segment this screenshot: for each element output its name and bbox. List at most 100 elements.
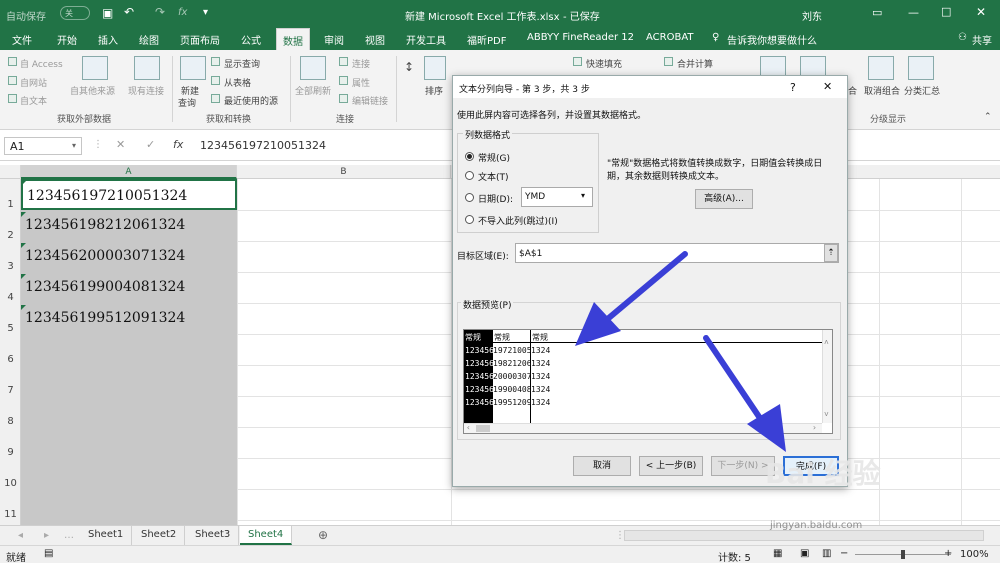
row-header[interactable]: 9 xyxy=(0,447,21,458)
preview-horizontal-scrollbar[interactable] xyxy=(464,423,822,433)
column-header-b[interactable]: B xyxy=(237,165,451,179)
back-button[interactable]: < 上一步(B) xyxy=(639,456,703,476)
row-header[interactable]: 5 xyxy=(0,323,21,334)
collapse-dialog-icon[interactable]: ⇡ xyxy=(824,244,838,262)
row-header[interactable]: 11 xyxy=(0,509,21,520)
insert-function-icon[interactable]: fx xyxy=(173,138,183,151)
page-layout-view-icon[interactable]: ▣ xyxy=(800,548,809,559)
zoom-in-icon[interactable]: + xyxy=(944,548,952,559)
consolidate-button[interactable]: 合并计算 xyxy=(677,57,713,70)
tab-formulas[interactable]: 公式 xyxy=(241,32,261,47)
select-all-corner[interactable] xyxy=(0,165,21,179)
recent-sources-button[interactable]: 最近使用的源 xyxy=(224,94,278,107)
save-icon[interactable]: ▣ xyxy=(102,6,113,20)
cancel-button[interactable]: 取消 xyxy=(573,456,631,476)
undo-icon[interactable]: ↶ xyxy=(124,5,134,19)
chevron-down-icon[interactable]: ▾ xyxy=(581,191,585,200)
more-sheets-icon[interactable]: … xyxy=(64,530,74,541)
preview-header[interactable]: 常规 xyxy=(532,332,548,343)
row-header[interactable]: 7 xyxy=(0,385,21,396)
row-header[interactable]: 4 xyxy=(0,292,21,303)
flash-fill-button[interactable]: 快速填充 xyxy=(586,57,622,70)
from-access-button[interactable]: 自 Access xyxy=(20,57,63,70)
radio-text[interactable] xyxy=(465,171,474,180)
column-a-selection[interactable]: 123456197210051324 123456198212061324 12… xyxy=(21,179,237,525)
option-text[interactable]: 文本(T) xyxy=(478,170,509,183)
zoom-out-icon[interactable]: − xyxy=(840,548,848,559)
row-header[interactable]: 1 xyxy=(0,199,21,210)
show-queries-button[interactable]: 显示查询 xyxy=(224,57,260,70)
cell-a1[interactable]: 123456197210051324 xyxy=(21,179,237,210)
sort-az-icon[interactable]: ↕ xyxy=(404,60,414,74)
share-button[interactable]: 共享 xyxy=(972,32,992,47)
cancel-entry-icon[interactable]: ✕ xyxy=(116,138,125,151)
row-header[interactable]: 2 xyxy=(0,230,21,241)
ribbon-display-icon[interactable]: ▭ xyxy=(872,6,882,19)
name-box-dropdown-icon[interactable]: ▾ xyxy=(72,141,76,150)
option-skip[interactable]: 不导入此列(跳过)(I) xyxy=(478,214,558,227)
tab-file[interactable]: 文件 xyxy=(12,32,32,47)
row-header[interactable]: 3 xyxy=(0,261,21,272)
tab-view[interactable]: 视图 xyxy=(365,32,385,47)
cell-a3[interactable]: 123456200003071324 xyxy=(21,241,237,272)
scroll-right-icon[interactable]: ▸ xyxy=(44,530,49,541)
advanced-button[interactable]: 高级(A)... xyxy=(695,189,753,209)
zoom-level[interactable]: 100% xyxy=(960,549,989,560)
group-button-partial[interactable]: 合 xyxy=(848,84,857,97)
tell-me-icon[interactable]: ♀ xyxy=(712,32,719,43)
data-preview[interactable]: 常规 常规 常规 123456 19721005 1324 123456 198… xyxy=(463,329,833,434)
existing-connections-button[interactable]: 现有连接 xyxy=(128,84,164,97)
tab-home[interactable]: 开始 xyxy=(57,32,77,47)
row-header[interactable]: 6 xyxy=(0,354,21,365)
preview-header[interactable]: 常规 xyxy=(494,332,510,343)
zoom-slider-thumb[interactable] xyxy=(901,550,905,559)
row-header[interactable]: 10 xyxy=(0,478,21,489)
dialog-close-icon[interactable]: ✕ xyxy=(823,80,832,93)
ungroup-button[interactable]: 取消组合 xyxy=(864,84,900,97)
sheet-tab-4[interactable]: Sheet4 xyxy=(240,526,293,545)
scroll-down-icon[interactable]: ˅ xyxy=(824,410,829,420)
maximize-icon[interactable]: □ xyxy=(941,5,951,18)
from-text-button[interactable]: 自文本 xyxy=(20,94,47,107)
tab-insert[interactable]: 插入 xyxy=(98,32,118,47)
tab-draw[interactable]: 绘图 xyxy=(139,32,159,47)
cell-a4[interactable]: 123456199004081324 xyxy=(21,272,237,303)
share-icon[interactable]: ⚇ xyxy=(958,32,967,43)
row-header[interactable]: 8 xyxy=(0,416,21,427)
sort-button[interactable]: 排序 xyxy=(425,84,443,97)
preview-header[interactable]: 常规 xyxy=(465,332,481,343)
option-date[interactable]: 日期(D): xyxy=(478,192,513,205)
normal-view-icon[interactable]: ▦ xyxy=(773,548,782,559)
sheet-tab-1[interactable]: Sheet1 xyxy=(80,526,133,545)
edit-links-button[interactable]: 编辑链接 xyxy=(352,94,388,107)
tab-page-layout[interactable]: 页面布局 xyxy=(180,32,220,47)
tab-acrobat[interactable]: ACROBAT xyxy=(646,32,694,43)
tab-developer[interactable]: 开发工具 xyxy=(406,32,446,47)
customize-qat-icon[interactable]: ▾ xyxy=(203,7,208,18)
minimize-icon[interactable]: — xyxy=(908,6,919,19)
cell-a5[interactable]: 123456199512091324 xyxy=(21,303,237,334)
tell-me-box[interactable]: 告诉我你想要做什么 xyxy=(727,32,817,47)
refresh-all-button[interactable]: 全部刷新 xyxy=(295,84,331,97)
from-web-button[interactable]: 自网站 xyxy=(20,76,47,89)
cell-a2[interactable]: 123456198212061324 xyxy=(21,210,237,241)
autosave-toggle[interactable]: 关 xyxy=(60,6,90,20)
scroll-up-icon[interactable]: ˄ xyxy=(824,338,829,348)
sheet-tab-3[interactable]: Sheet3 xyxy=(187,526,240,545)
column-header-a[interactable]: A xyxy=(21,165,237,179)
close-icon[interactable]: ✕ xyxy=(976,5,986,19)
formula-input[interactable]: 123456197210051324 xyxy=(200,139,326,152)
more-icon[interactable]: ⋮ xyxy=(93,139,103,150)
properties-button[interactable]: 属性 xyxy=(352,76,370,89)
tab-foxit-pdf[interactable]: 福昕PDF xyxy=(467,32,506,47)
tab-review[interactable]: 审阅 xyxy=(324,32,344,47)
page-break-view-icon[interactable]: ▥ xyxy=(822,548,831,559)
destination-input[interactable] xyxy=(515,243,839,263)
help-icon[interactable]: ? xyxy=(790,81,796,94)
sheet-tab-2[interactable]: Sheet2 xyxy=(133,526,186,545)
horizontal-scrollbar[interactable] xyxy=(624,530,984,541)
collapse-ribbon-icon[interactable]: ⌃ xyxy=(984,112,992,122)
option-general[interactable]: 常规(G) xyxy=(478,151,510,164)
name-box[interactable]: A1 xyxy=(4,137,82,155)
other-sources-button[interactable]: 自其他来源 xyxy=(70,84,115,97)
